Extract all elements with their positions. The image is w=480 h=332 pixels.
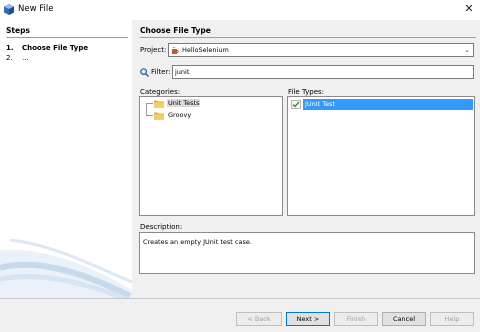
step-label: Choose File Type xyxy=(22,44,89,52)
project-coffee-cup-icon xyxy=(172,46,179,54)
step-number: 2. xyxy=(6,54,13,62)
search-icon xyxy=(140,68,149,77)
category-label: Unit Tests xyxy=(167,99,201,107)
button-bar: < Back Next > Finish Cancel Help xyxy=(0,298,480,332)
help-button[interactable]: Help xyxy=(430,312,474,326)
junit-test-icon xyxy=(291,100,301,109)
finish-button[interactable]: Finish xyxy=(334,312,378,326)
file-type-label: JUnit Test xyxy=(303,99,473,110)
cancel-button[interactable]: Cancel xyxy=(382,312,426,326)
project-value: HelloSelenium xyxy=(182,46,229,54)
footer-divider xyxy=(0,298,480,299)
title-bar: New File ✕ xyxy=(0,0,480,20)
page-title: Choose File Type xyxy=(140,26,211,35)
project-combobox[interactable]: HelloSelenium ⌄ xyxy=(168,43,474,57)
categories-tree[interactable]: Unit Tests Groovy xyxy=(139,96,283,216)
chevron-down-icon[interactable]: ⌄ xyxy=(461,44,473,56)
close-icon[interactable]: ✕ xyxy=(462,2,476,16)
window-title: New File xyxy=(18,4,54,14)
next-button[interactable]: Next > xyxy=(286,312,330,326)
steps-divider xyxy=(6,37,128,38)
folder-icon xyxy=(154,100,164,108)
tree-connector xyxy=(146,103,153,104)
categories-label: Categories: xyxy=(140,88,181,96)
file-types-label: File Types: xyxy=(288,88,325,96)
tree-connector xyxy=(146,115,153,116)
step-item: 2.... xyxy=(6,54,29,62)
back-button[interactable]: < Back xyxy=(236,312,282,326)
category-label: Groovy xyxy=(168,111,192,119)
tree-connector xyxy=(146,103,147,115)
netbeans-cube-icon xyxy=(4,4,14,15)
description-label: Description: xyxy=(140,223,183,231)
step-item-current: 1. Choose File Type xyxy=(6,44,88,52)
steps-panel: Steps 1. Choose File Type 2.... xyxy=(0,20,132,298)
description-text: Creates an empty JUnit test case. xyxy=(139,232,475,274)
file-types-list[interactable]: JUnit Test xyxy=(287,96,475,216)
file-type-item-junit-test[interactable]: JUnit Test xyxy=(289,99,473,110)
project-label: Project: xyxy=(140,46,167,54)
main-panel: Choose File Type Project: HelloSelenium … xyxy=(132,20,480,298)
step-label: ... xyxy=(22,54,29,62)
filter-label: Filter: xyxy=(151,68,171,76)
filter-input[interactable]: junit xyxy=(172,65,474,79)
decorative-swoosh-graphic xyxy=(0,238,132,298)
step-number: 1. xyxy=(6,44,14,52)
heading-divider xyxy=(140,37,476,38)
folder-icon xyxy=(154,112,164,120)
steps-heading: Steps xyxy=(6,26,30,35)
